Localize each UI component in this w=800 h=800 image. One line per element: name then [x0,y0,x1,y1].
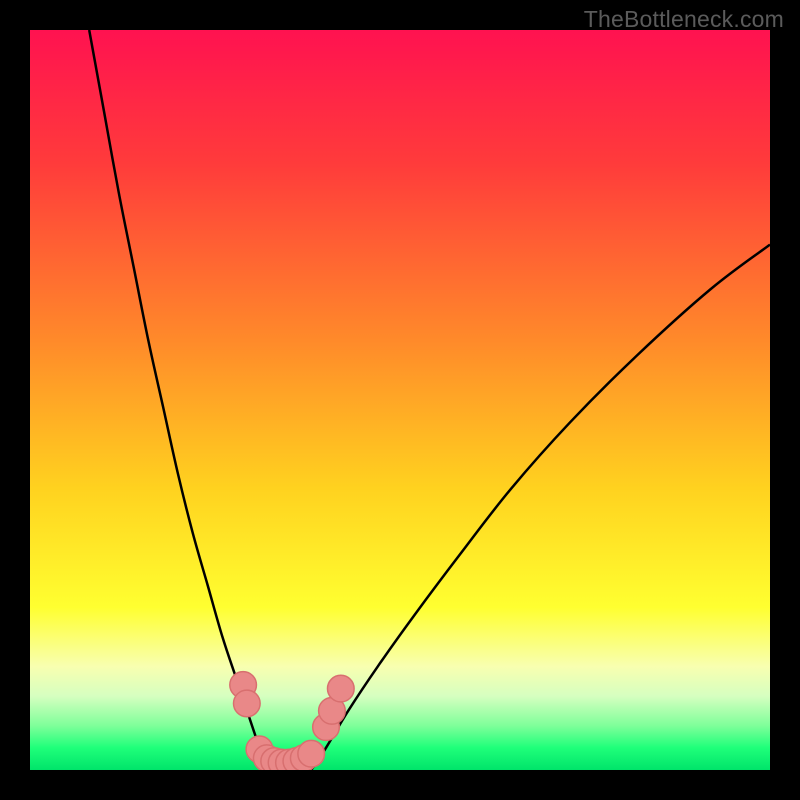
data-marker [298,740,325,767]
series-right-branch [311,245,770,770]
chart-svg [30,30,770,770]
plot-area [30,30,770,770]
data-marker [327,675,354,702]
watermark-text: TheBottleneck.com [584,6,784,33]
marker-group [230,672,354,770]
series-left-branch [89,30,267,770]
data-marker [234,690,261,717]
curve-group [89,30,770,770]
